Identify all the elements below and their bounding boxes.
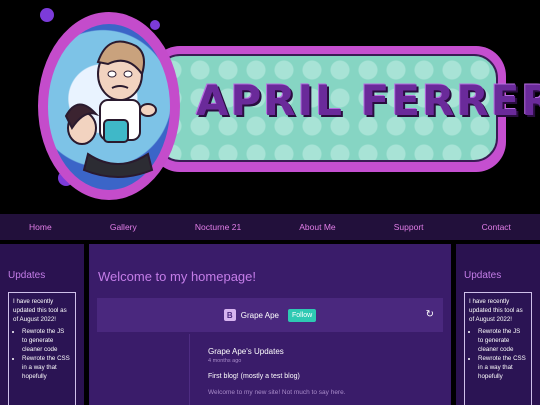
updates-item: Rewrote the JS to generate cleaner code	[478, 327, 527, 354]
nav-contact[interactable]: Contact	[482, 222, 511, 232]
refresh-icon[interactable]: ↻	[426, 309, 434, 320]
follow-label: Follow	[292, 311, 313, 319]
nav-support[interactable]: Support	[394, 222, 424, 232]
post-timestamp: 4 months ago	[208, 358, 242, 364]
updates-intro: I have recently updated this tool as of …	[469, 298, 523, 323]
follow-button[interactable]: Follow	[288, 308, 317, 322]
nav-home[interactable]: Home	[29, 222, 52, 232]
updates-list: Rewrote the JS to generate cleaner code …	[469, 327, 527, 381]
updates-intro: I have recently updated this tool as of …	[13, 298, 67, 323]
banner: APRIL FERRERO	[0, 0, 540, 214]
main-nav: Home Gallery Nocturne 21 About Me Suppor…	[0, 214, 540, 240]
blog-name[interactable]: Grape Ape	[241, 311, 279, 320]
banner-title: APRIL FERRERO	[196, 76, 540, 125]
right-sidebar-title: Updates	[464, 270, 502, 281]
nav-about-me[interactable]: About Me	[299, 222, 335, 232]
avatar-illustration	[48, 24, 170, 190]
left-sidebar: Updates I have recently updated this too…	[0, 244, 84, 405]
blogger-icon: B	[223, 309, 236, 321]
updates-item: Rewrote the CSS in a way that hopefully	[22, 354, 71, 381]
post-excerpt: Welcome to my new site! Not much to say …	[208, 389, 346, 396]
blog-post: Grape Ape's Updates 4 months ago First b…	[208, 347, 346, 396]
updates-list: Rewrote the JS to generate cleaner code …	[13, 327, 71, 381]
left-updates-box: I have recently updated this tool as of …	[8, 292, 76, 405]
left-sidebar-title: Updates	[8, 270, 46, 281]
post-author-title[interactable]: Grape Ape's Updates	[208, 347, 346, 356]
main-content: Welcome to my homepage! B Grape Ape Foll…	[89, 244, 451, 405]
right-sidebar: Updates I have recently updated this too…	[456, 244, 540, 405]
paint-splat	[40, 8, 54, 22]
character-art	[64, 40, 157, 178]
blogger-icon-letter: B	[226, 310, 233, 320]
blog-widget-body: Grape Ape's Updates 4 months ago First b…	[97, 334, 443, 405]
blog-widget-header: B Grape Ape Follow ↻	[97, 298, 443, 332]
nav-nocturne-21[interactable]: Nocturne 21	[195, 222, 241, 232]
nav-gallery[interactable]: Gallery	[110, 222, 137, 232]
page-title: Welcome to my homepage!	[98, 269, 256, 284]
updates-item: Rewrote the JS to generate cleaner code	[22, 327, 71, 354]
post-title[interactable]: First blog! (mostly a test blog)	[208, 373, 346, 380]
updates-item: Rewrote the CSS in a way that hopefully	[478, 354, 527, 381]
divider	[189, 334, 190, 405]
right-updates-box: I have recently updated this tool as of …	[464, 292, 532, 405]
